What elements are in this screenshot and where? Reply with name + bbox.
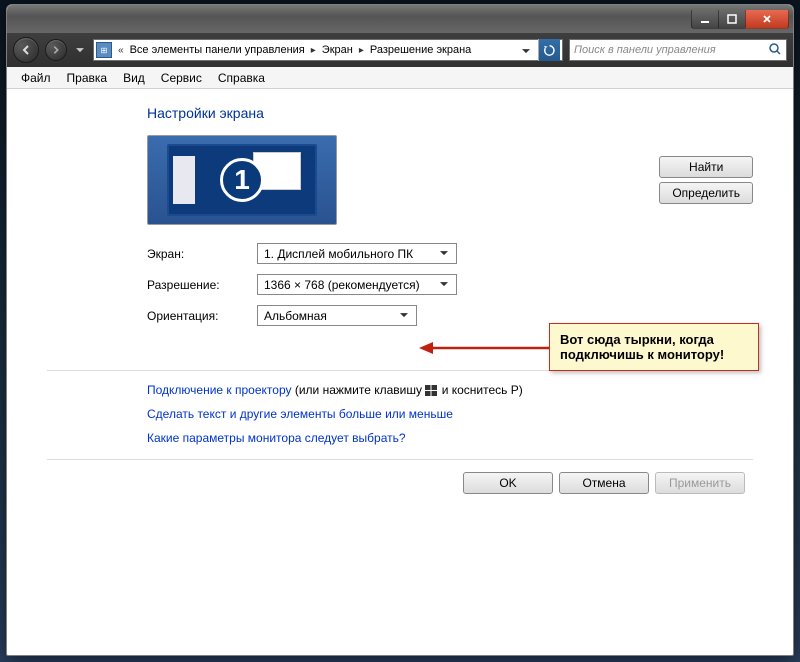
resolution-dropdown[interactable]: 1366 × 768 (рекомендуется) — [257, 274, 457, 295]
navigation-bar: ⊞ « Все элементы панели управления ▸ Экр… — [7, 33, 793, 67]
orientation-dropdown[interactable]: Альбомная — [257, 305, 417, 326]
search-icon[interactable] — [768, 42, 782, 59]
projector-hint-1: (или нажмите клавишу — [295, 383, 426, 397]
explorer-window: ⊞ « Все элементы панели управления ▸ Экр… — [6, 4, 794, 656]
menu-view[interactable]: Вид — [115, 69, 153, 87]
breadcrumb-seg-2[interactable]: Экран — [322, 44, 353, 56]
dialog-footer: OK Отмена Применить — [47, 459, 753, 494]
annotation-callout: Вот сюда тыркни, когда подключишь к мони… — [549, 323, 759, 371]
chevron-down-icon — [396, 313, 412, 318]
projector-link[interactable]: Подключение к проектору — [147, 383, 292, 397]
history-dropdown-icon[interactable] — [73, 48, 87, 53]
label-orientation: Ориентация: — [147, 309, 257, 323]
display-number-badge: 1 — [220, 158, 264, 202]
forward-button[interactable] — [45, 39, 67, 61]
breadcrumb-seg-1[interactable]: Все элементы панели управления — [130, 44, 305, 56]
cancel-button[interactable]: Отмена — [559, 472, 649, 494]
search-input[interactable]: Поиск в панели управления — [569, 39, 787, 61]
breadcrumb-prefix[interactable]: « — [116, 45, 126, 56]
menu-bar: Файл Правка Вид Сервис Справка — [7, 67, 793, 89]
address-bar[interactable]: ⊞ « Все элементы панели управления ▸ Экр… — [93, 39, 563, 61]
refresh-button[interactable] — [538, 39, 560, 61]
display-preview[interactable]: 1 — [147, 135, 337, 225]
search-placeholder: Поиск в панели управления — [574, 44, 716, 56]
chevron-down-icon — [436, 251, 452, 256]
windows-key-icon — [425, 385, 438, 397]
which-monitor-link[interactable]: Какие параметры монитора следует выбрать… — [147, 431, 406, 445]
textsize-link[interactable]: Сделать текст и другие элементы больше и… — [147, 407, 453, 421]
screen-dropdown[interactable]: 1. Дисплей мобильного ПК — [257, 243, 457, 264]
maximize-button[interactable] — [718, 10, 746, 29]
control-panel-icon: ⊞ — [96, 42, 112, 58]
orientation-dropdown-value: Альбомная — [264, 309, 327, 323]
ok-button[interactable]: OK — [463, 472, 553, 494]
back-button[interactable] — [13, 37, 39, 63]
apply-button[interactable]: Применить — [655, 472, 745, 494]
chevron-down-icon — [436, 282, 452, 287]
resolution-dropdown-value: 1366 × 768 (рекомендуется) — [264, 278, 420, 292]
annotation-arrow — [419, 341, 549, 355]
annotation-text: Вот сюда тыркни, когда подключишь к мони… — [560, 332, 724, 362]
address-dropdown-icon[interactable] — [518, 43, 534, 57]
breadcrumb-seg-3[interactable]: Разрешение экрана — [370, 44, 471, 56]
screen-dropdown-value: 1. Дисплей мобильного ПК — [264, 247, 413, 261]
chevron-icon[interactable]: ▸ — [357, 45, 366, 56]
minimize-button[interactable] — [691, 10, 719, 29]
content-pane: Настройки экрана 1 Найти Определить Экра… — [7, 89, 793, 655]
detect-button[interactable]: Определить — [659, 182, 753, 204]
menu-service[interactable]: Сервис — [153, 69, 210, 87]
menu-help[interactable]: Справка — [210, 69, 273, 87]
label-resolution: Разрешение: — [147, 278, 257, 292]
label-screen: Экран: — [147, 247, 257, 261]
menu-edit[interactable]: Правка — [59, 69, 116, 87]
projector-hint-2: и коснитесь P) — [442, 383, 523, 397]
window-titlebar — [7, 5, 793, 33]
find-button[interactable]: Найти — [659, 156, 753, 178]
close-button[interactable] — [745, 10, 789, 29]
chevron-icon[interactable]: ▸ — [309, 45, 318, 56]
page-title: Настройки экрана — [147, 105, 753, 121]
menu-file[interactable]: Файл — [13, 69, 59, 87]
